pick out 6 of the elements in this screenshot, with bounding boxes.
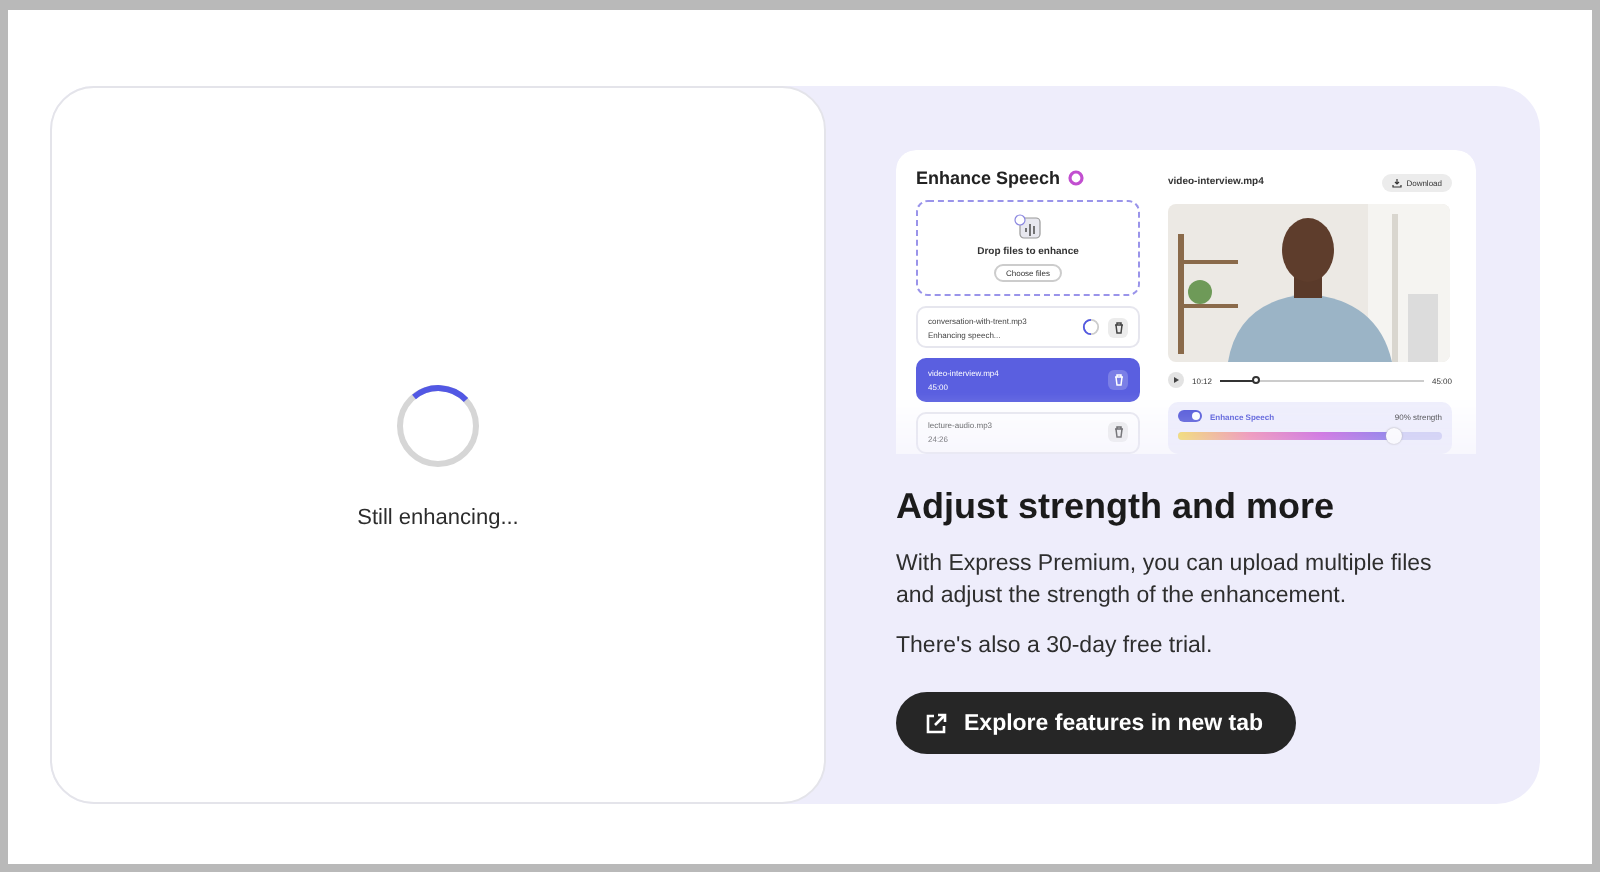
preview-title: Enhance Speech (916, 167, 1061, 188)
promo-title: Adjust strength and more (896, 486, 1337, 528)
promo-text: With Express Premium, you can upload multiple files and adjust the strength of the enhancement. (896, 550, 1434, 612)
explore-features-button[interactable]: Explore features in new tab (896, 692, 1296, 754)
loading-text: Still enhancing... (357, 505, 519, 529)
promo-text: There's also a 30-day free trial. (896, 632, 1215, 662)
